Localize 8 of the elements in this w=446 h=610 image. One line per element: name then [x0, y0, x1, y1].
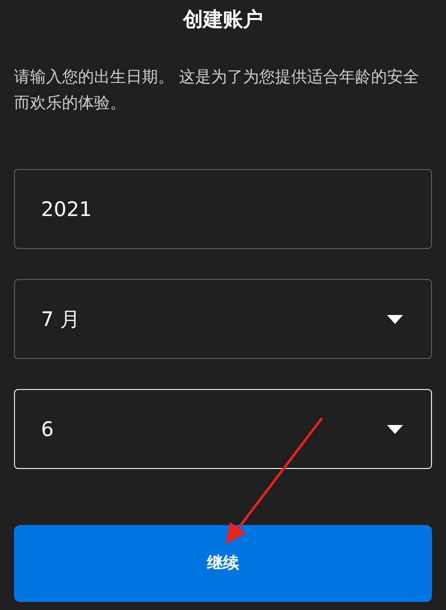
page-title: 创建账户	[183, 6, 263, 33]
caret-icon	[387, 424, 403, 434]
continue-button[interactable]: 继续	[14, 525, 432, 602]
select-field[interactable]: 7 月	[14, 279, 432, 359]
select-field[interactable]: 6	[14, 389, 432, 469]
caret-icon	[387, 314, 403, 324]
input-field[interactable]: 2021	[14, 169, 432, 249]
description-text: 请输入您的出生日期。 这是为了为您提供适合年龄的安全而欢乐的体验。	[14, 66, 420, 114]
